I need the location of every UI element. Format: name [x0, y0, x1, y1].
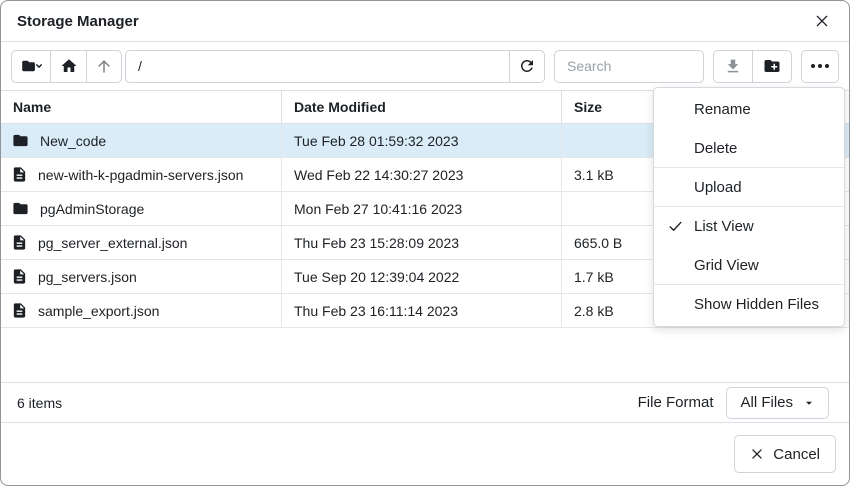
menu-item-label: Upload: [694, 179, 742, 196]
new-folder-button[interactable]: [752, 50, 792, 83]
file-name-cell: New_code: [1, 124, 282, 157]
column-header-name[interactable]: Name: [1, 91, 282, 123]
file-name: sample_export.json: [38, 303, 159, 319]
file-format-select[interactable]: All Files: [726, 387, 829, 419]
file-name-cell: new-with-k-pgadmin-servers.json: [1, 158, 282, 191]
up-directory-button[interactable]: [86, 50, 122, 83]
home-button[interactable]: [50, 50, 87, 83]
folder-icon: [11, 132, 30, 149]
file-name-cell: pg_server_external.json: [1, 226, 282, 259]
title-bar: Storage Manager: [1, 1, 849, 42]
menu-item[interactable]: Delete: [654, 129, 844, 168]
options-context-menu: Rename Delete Upload List View: [653, 87, 845, 327]
menu-item-label: Grid View: [694, 257, 759, 274]
toolbar: [1, 42, 849, 90]
storage-manager-dialog: Storage Manager: [0, 0, 850, 486]
file-name: new-with-k-pgadmin-servers.json: [38, 167, 243, 183]
file-name-cell: pg_servers.json: [1, 260, 282, 293]
close-icon[interactable]: [812, 11, 832, 31]
dialog-footer: Cancel: [1, 423, 849, 485]
file-format-value: All Files: [740, 394, 793, 411]
menu-item-label: Rename: [694, 101, 751, 118]
download-button[interactable]: [713, 50, 753, 83]
more-icon: [811, 64, 829, 68]
file-icon: [11, 268, 28, 285]
file-date-modified: Wed Feb 22 14:30:27 2023: [282, 158, 562, 191]
file-icon: [11, 166, 28, 183]
path-group: [125, 50, 545, 83]
menu-item-label: Delete: [694, 140, 737, 157]
dialog-title: Storage Manager: [17, 13, 139, 30]
file-date-modified: Thu Feb 23 16:11:14 2023: [282, 294, 562, 327]
file-date-modified: Tue Sep 20 12:39:04 2022: [282, 260, 562, 293]
download-icon: [724, 57, 742, 75]
file-name: pg_server_external.json: [38, 235, 187, 251]
file-date-modified: Mon Feb 27 10:41:16 2023: [282, 192, 562, 225]
file-name: pg_servers.json: [38, 269, 137, 285]
file-name: pgAdminStorage: [40, 201, 144, 217]
menu-item[interactable]: Show Hidden Files: [654, 285, 844, 324]
menu-item[interactable]: Grid View: [654, 246, 844, 285]
cancel-label: Cancel: [773, 446, 820, 463]
file-icon: [11, 302, 28, 319]
file-list-empty-area: [1, 328, 849, 382]
check-icon: [668, 219, 694, 234]
close-icon: [750, 447, 764, 461]
folder-menu-button[interactable]: [11, 50, 51, 83]
new-folder-icon: [762, 57, 782, 75]
file-action-button-group: [713, 50, 792, 83]
refresh-icon: [518, 57, 536, 75]
search-input[interactable]: [554, 50, 704, 83]
column-header-date-modified[interactable]: Date Modified: [282, 91, 562, 123]
file-name-cell: pgAdminStorage: [1, 192, 282, 225]
menu-item-label: List View: [694, 218, 754, 235]
menu-item[interactable]: Rename: [654, 90, 844, 129]
navigation-button-group: [11, 50, 122, 83]
file-name: New_code: [40, 133, 106, 149]
items-count: 6 items: [17, 395, 62, 411]
path-input[interactable]: [125, 50, 510, 83]
file-format-label: File Format: [638, 394, 714, 411]
folder-menu-icon: [21, 57, 42, 75]
home-icon: [60, 57, 78, 75]
menu-item[interactable]: List View: [654, 207, 844, 246]
folder-icon: [11, 200, 30, 217]
file-name-cell: sample_export.json: [1, 294, 282, 327]
file-icon: [11, 234, 28, 251]
more-options-button[interactable]: [801, 50, 839, 83]
menu-item[interactable]: Upload: [654, 168, 844, 207]
caret-down-icon: [803, 397, 815, 409]
menu-item-label: Show Hidden Files: [694, 296, 819, 313]
cancel-button[interactable]: Cancel: [734, 435, 836, 473]
file-date-modified: Thu Feb 23 15:28:09 2023: [282, 226, 562, 259]
status-bar: 6 items File Format All Files: [1, 382, 849, 423]
file-date-modified: Tue Feb 28 01:59:32 2023: [282, 124, 562, 157]
file-format-wrap: File Format All Files: [638, 387, 829, 419]
refresh-button[interactable]: [509, 50, 545, 83]
up-arrow-icon: [95, 57, 113, 75]
